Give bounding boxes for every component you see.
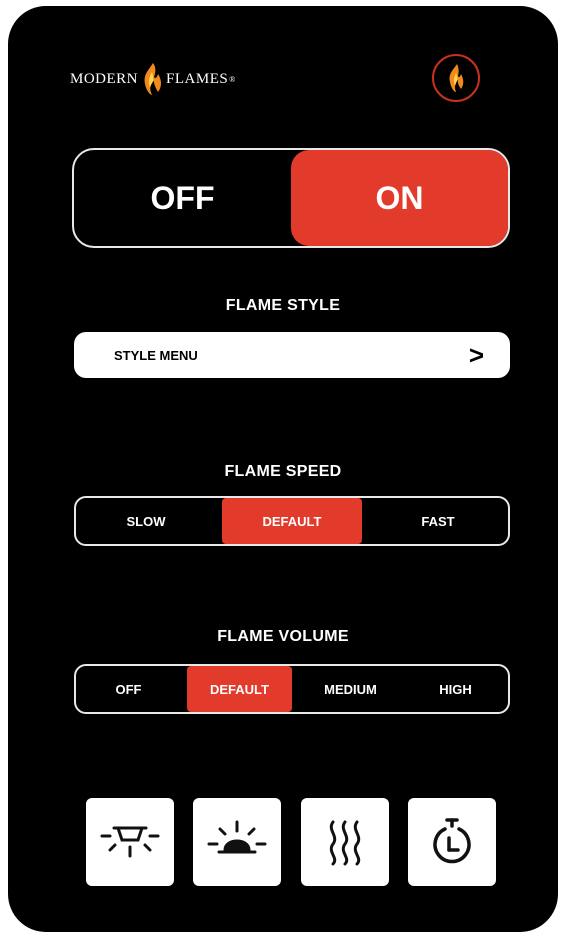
power-off-button[interactable]: OFF	[74, 150, 291, 246]
flame-logo-icon	[144, 63, 162, 95]
ember-bed-light-icon	[207, 820, 267, 854]
heater-icon	[329, 820, 360, 866]
brand-name-left: MODERN	[70, 70, 139, 87]
timer-button[interactable]	[407, 798, 496, 886]
timer-icon	[433, 818, 471, 864]
flame-volume-selector: OFF DEFAULT MEDIUM HIGH	[74, 664, 510, 714]
speed-option-fast[interactable]: FAST	[368, 498, 508, 544]
registered-mark: ®	[229, 74, 236, 84]
bottom-controls	[86, 798, 496, 888]
volume-option-default[interactable]: DEFAULT	[187, 666, 292, 712]
volume-option-high[interactable]: HIGH	[403, 666, 508, 712]
style-menu-label: STYLE MENU	[114, 347, 198, 363]
ember-light-button[interactable]	[193, 798, 282, 886]
flame-speed-title: FLAME SPEED	[224, 463, 342, 480]
volume-option-off[interactable]: OFF	[76, 666, 181, 712]
heater-button[interactable]	[300, 798, 389, 886]
speed-option-default[interactable]: DEFAULT	[222, 498, 362, 544]
flame-style-title: FLAME STYLE	[225, 297, 341, 314]
header: MODERN FLAMES ®	[8, 6, 558, 136]
volume-option-medium[interactable]: MEDIUM	[298, 666, 403, 712]
flame-badge-icon	[449, 64, 464, 92]
flame-volume-title: FLAME VOLUME	[217, 628, 349, 645]
brand-name-right: FLAMES	[166, 70, 229, 87]
downlight-button[interactable]	[86, 798, 174, 886]
fireplace-remote-panel: MODERN FLAMES ® OFF ON FLAME STYLE STYLE…	[8, 6, 558, 932]
brand-logo: MODERN FLAMES ®	[70, 62, 236, 96]
power-toggle: OFF ON	[72, 148, 510, 248]
style-menu-button[interactable]: STYLE MENU >	[74, 332, 510, 378]
chevron-right-icon: >	[468, 340, 484, 370]
flame-badge	[432, 54, 480, 102]
power-on-button[interactable]: ON	[291, 150, 508, 246]
downlight-icon	[100, 826, 160, 858]
speed-option-slow[interactable]: SLOW	[76, 498, 216, 544]
flame-speed-selector: SLOW DEFAULT FAST	[74, 496, 510, 546]
